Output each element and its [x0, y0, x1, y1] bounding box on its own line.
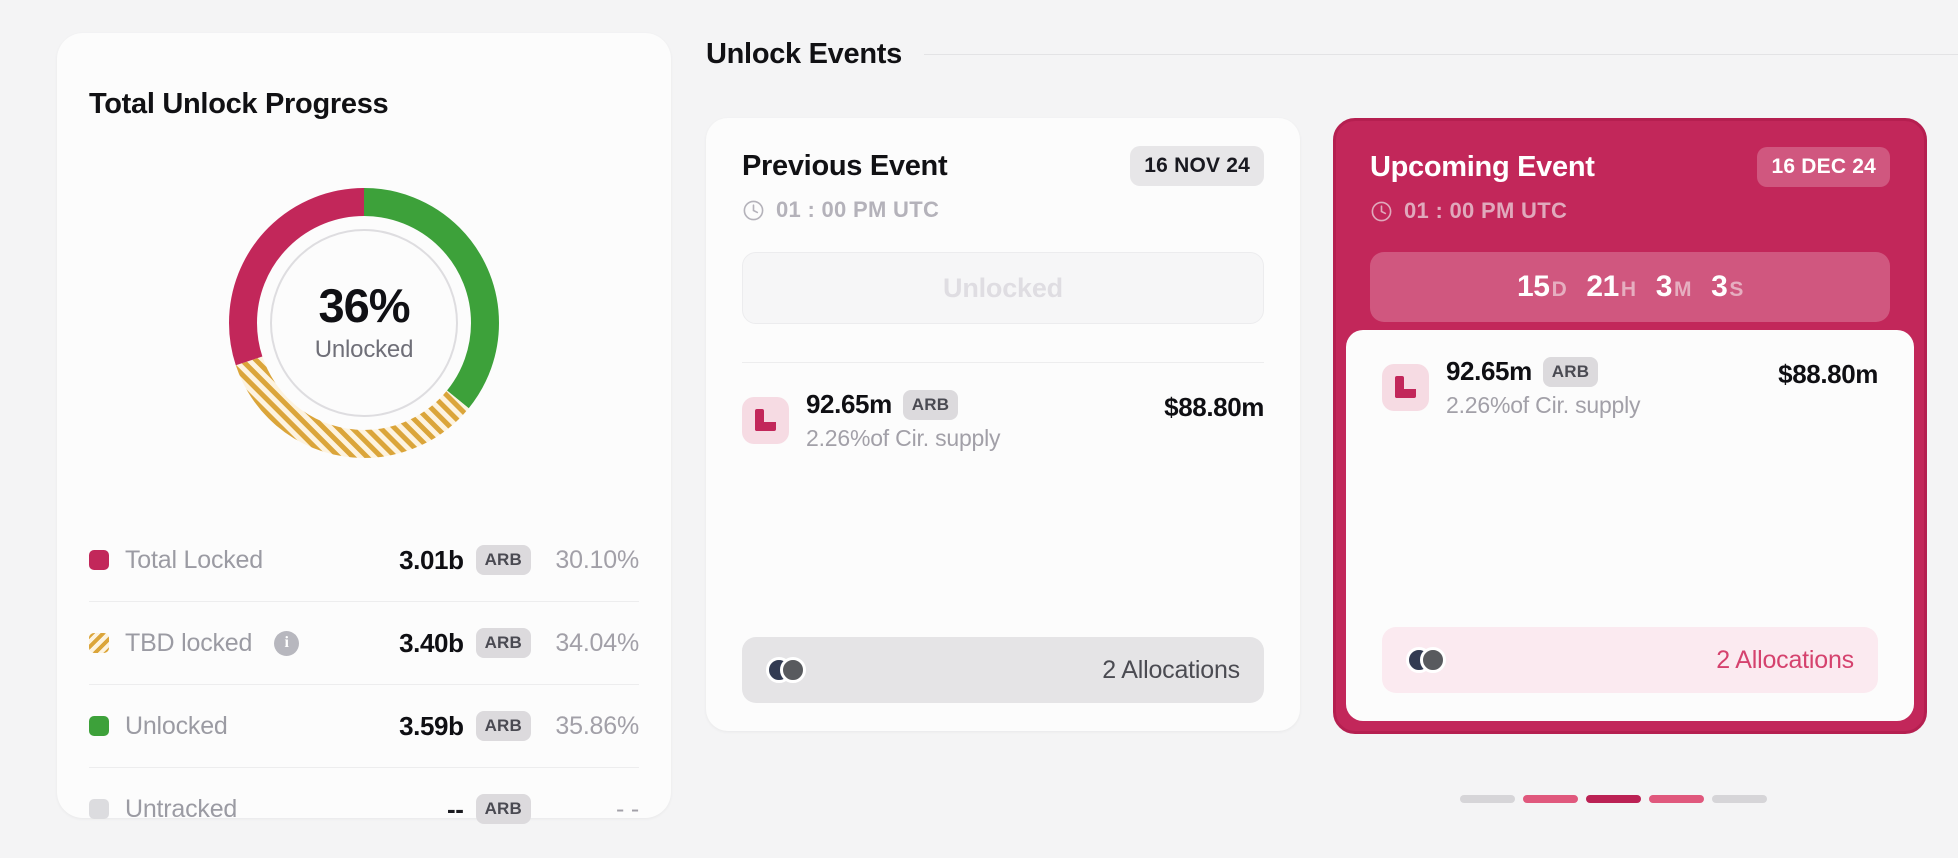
legend-label: Unlocked — [125, 711, 228, 740]
token-chip: ARB — [475, 545, 531, 575]
green-swatch-icon — [89, 716, 109, 736]
token-chip: ARB — [1542, 356, 1599, 387]
donut-percent-value: 36% — [318, 279, 410, 332]
donut-percent-caption: Unlocked — [314, 336, 414, 363]
allocation-texts: 92.65m ARB 2.26%of Cir. supply — [806, 389, 1164, 452]
countdown-timer: 15D 21H 3M 3S — [1370, 252, 1890, 322]
upcoming-event-time: 01 : 00 PM UTC — [1404, 198, 1568, 223]
allocation-texts: 92.65m ARB 2.26%of Cir. supply — [1446, 356, 1778, 419]
upcoming-event-date-badge: 16 DEC 24 — [1757, 147, 1890, 187]
crimson-swatch-icon — [89, 550, 109, 570]
avatar — [780, 657, 806, 683]
unlocked-status-pill: Unlocked — [742, 252, 1264, 324]
pagination-dot-2[interactable] — [1523, 795, 1578, 803]
countdown-minutes: 3M — [1655, 270, 1692, 303]
unlock-progress-donut-chart: 36% Unlocked — [219, 178, 509, 468]
donut-center-label: 36% Unlocked — [219, 178, 509, 468]
legend: Total Locked 3.01b ARB 30.10% TBD locked… — [89, 519, 639, 850]
allocations-count: 2 Allocations — [1716, 645, 1854, 674]
carousel-pagination[interactable] — [1460, 795, 1767, 803]
previous-event-time-row: 01 : 00 PM UTC — [742, 197, 1264, 223]
allocation-amount-row: 92.65m ARB — [1446, 356, 1778, 387]
upcoming-event-inner-panel: 92.65m ARB 2.26%of Cir. supply $88.80m 2… — [1346, 330, 1914, 721]
legend-value: 3.59b — [399, 710, 464, 741]
legend-label: Untracked — [125, 794, 238, 823]
unlock-dashboard: Total Unlock Progress 36% Unlocked Total… — [0, 0, 1958, 858]
countdown-hours: 21H — [1586, 270, 1636, 303]
clock-icon — [743, 200, 764, 220]
legend-percent: - - — [616, 794, 639, 823]
upcoming-event-allocations-footer[interactable]: 2 Allocations — [1382, 627, 1878, 693]
legend-row-untracked[interactable]: Untracked -- ARB - - — [89, 768, 639, 850]
upcoming-event-title: Upcoming Event — [1370, 150, 1595, 183]
previous-event-title-row: Previous Event 16 NOV 24 — [742, 146, 1264, 186]
allocation-avatars — [1406, 647, 1446, 673]
previous-event-header: Previous Event 16 NOV 24 01 : 00 PM UTC … — [706, 118, 1300, 363]
token-chip: ARB — [475, 711, 531, 741]
allocation-icon — [1382, 364, 1429, 411]
striped-gold-swatch-icon — [89, 633, 109, 653]
legend-percent: 30.10% — [555, 545, 639, 574]
countdown-days: 15D — [1517, 270, 1567, 303]
header-divider — [923, 54, 1958, 55]
legend-value: 3.01b — [399, 544, 464, 575]
legend-percent: 35.86% — [555, 711, 639, 740]
previous-event-time: 01 : 00 PM UTC — [776, 197, 940, 222]
previous-event-date-badge: 16 NOV 24 — [1130, 146, 1264, 186]
previous-event-card[interactable]: Previous Event 16 NOV 24 01 : 00 PM UTC … — [706, 118, 1300, 731]
allocation-usd-value: $88.80m — [1778, 359, 1878, 389]
section-title: Unlock Events — [706, 38, 902, 70]
grey-swatch-icon — [89, 799, 109, 819]
upcoming-event-title-row: Upcoming Event 16 DEC 24 — [1370, 147, 1890, 187]
token-chip: ARB — [475, 628, 531, 658]
upcoming-event-allocation-row[interactable]: 92.65m ARB 2.26%of Cir. supply $88.80m — [1346, 330, 1914, 419]
legend-row-total-locked[interactable]: Total Locked 3.01b ARB 30.10% — [89, 519, 639, 602]
pagination-dot-4[interactable] — [1649, 795, 1704, 803]
allocation-icon — [742, 397, 789, 444]
allocation-amount-row: 92.65m ARB — [806, 389, 1164, 420]
legend-value: 3.40b — [399, 627, 464, 658]
allocation-amount: 92.65m — [1446, 356, 1532, 386]
previous-event-allocation-row[interactable]: 92.65m ARB 2.26%of Cir. supply $88.80m — [706, 363, 1300, 452]
avatar — [1420, 647, 1446, 673]
token-chip: ARB — [902, 389, 959, 420]
pagination-dot-3-active[interactable] — [1586, 795, 1641, 803]
previous-event-title: Previous Event — [742, 149, 948, 182]
pagination-dot-1[interactable] — [1460, 795, 1515, 803]
total-unlock-progress-card: Total Unlock Progress 36% Unlocked Total… — [57, 33, 671, 824]
legend-value: -- — [447, 793, 464, 824]
card-divider — [742, 362, 1264, 363]
legend-percent: 34.04% — [555, 628, 639, 657]
allocation-supply-note: 2.26%of Cir. supply — [806, 425, 1001, 451]
legend-row-unlocked[interactable]: Unlocked 3.59b ARB 35.86% — [89, 685, 639, 768]
legend-label: Total Locked — [125, 545, 263, 574]
page-title: Total Unlock Progress — [89, 88, 389, 120]
allocation-avatars — [766, 657, 806, 683]
upcoming-event-card[interactable]: Upcoming Event 16 DEC 24 01 : 00 PM UTC … — [1333, 118, 1927, 734]
allocation-supply-note: 2.26%of Cir. supply — [1446, 392, 1641, 418]
token-chip: ARB — [475, 794, 531, 824]
unlock-events-header: Unlock Events — [706, 38, 1958, 71]
info-icon[interactable]: i — [274, 630, 300, 656]
legend-row-tbd-locked[interactable]: TBD locked i 3.40b ARB 34.04% — [89, 602, 639, 685]
legend-label: TBD locked — [125, 628, 253, 657]
pagination-dot-5[interactable] — [1712, 795, 1767, 803]
clock-icon — [1371, 201, 1392, 221]
allocation-amount: 92.65m — [806, 389, 892, 419]
countdown-seconds: 3S — [1711, 270, 1743, 303]
upcoming-event-header: Upcoming Event 16 DEC 24 01 : 00 PM UTC … — [1336, 121, 1924, 322]
allocations-count: 2 Allocations — [1102, 655, 1240, 684]
upcoming-event-time-row: 01 : 00 PM UTC — [1370, 198, 1890, 224]
allocation-usd-value: $88.80m — [1164, 392, 1264, 422]
previous-event-allocations-footer[interactable]: 2 Allocations — [742, 637, 1264, 703]
